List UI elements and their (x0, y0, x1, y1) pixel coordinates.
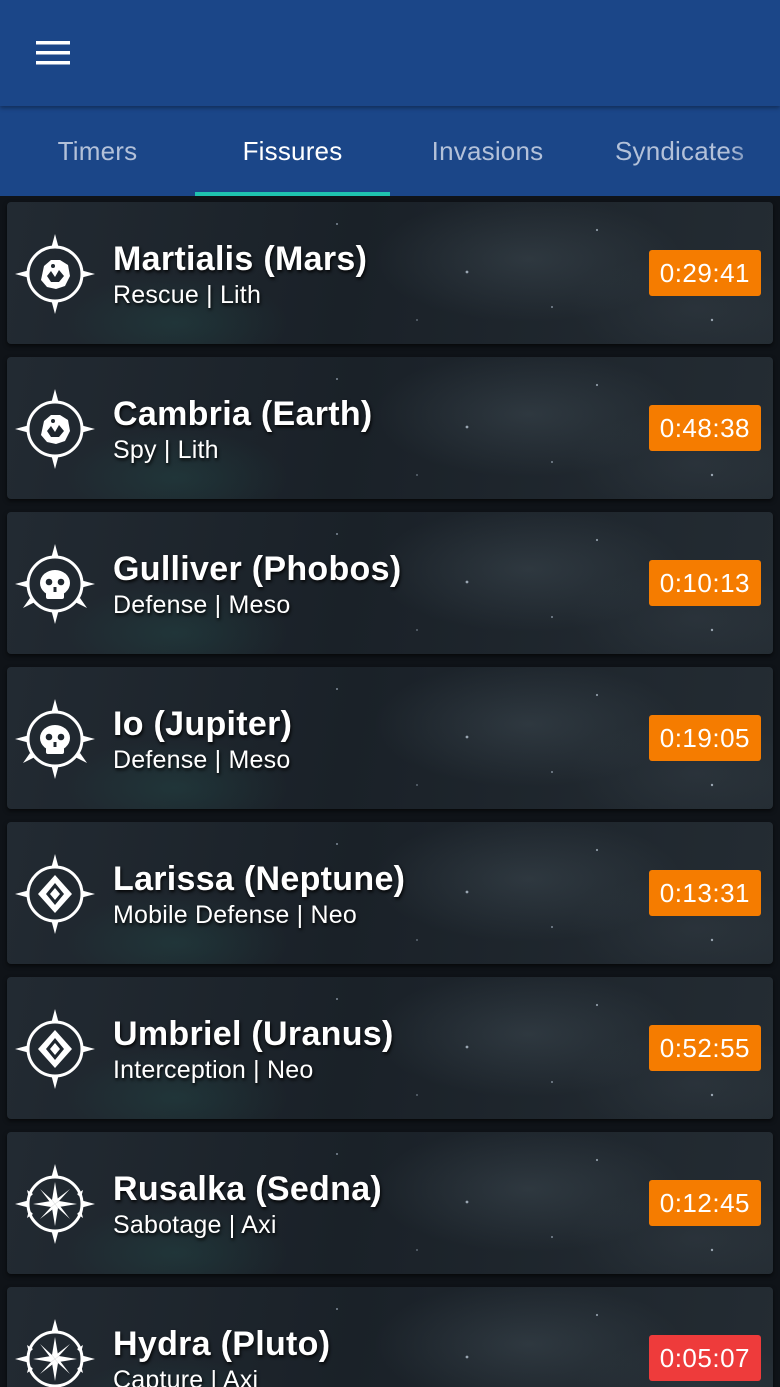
axi-tier-icon (13, 1162, 97, 1246)
fissure-node: Io (Jupiter) (113, 705, 293, 743)
hamburger-menu-icon (36, 41, 70, 65)
fissure-node: Gulliver (Phobos) (113, 550, 402, 588)
fissure-card[interactable]: Io (Jupiter) Defense | Meso 0:19:05 (7, 667, 773, 809)
fissure-details: Rescue | Lith (113, 281, 262, 309)
neo-tier-icon (13, 1007, 97, 1091)
tab-invasions[interactable]: Invasions (390, 106, 585, 196)
fissure-timer: 0:12:45 (648, 1180, 761, 1226)
fissure-timer: 0:13:31 (648, 870, 761, 916)
fissure-details: Defense | Meso (113, 591, 291, 619)
app-bar (0, 0, 780, 106)
fissure-node: Cambria (Earth) (113, 395, 373, 433)
app-root: Timers Fissures Invasions Syndicates Mar… (0, 0, 780, 1387)
tab-overflow-fade (730, 106, 780, 196)
fissure-timer: 0:10:13 (648, 560, 761, 606)
fissure-details: Capture | Axi (113, 1366, 259, 1387)
meso-tier-icon (13, 542, 97, 626)
active-tab-indicator (195, 192, 390, 196)
fissure-details: Sabotage | Axi (113, 1211, 277, 1239)
fissure-card[interactable]: Larissa (Neptune) Mobile Defense | Neo 0… (7, 822, 773, 964)
fissure-timer: 0:05:07 (648, 1335, 761, 1381)
fissure-node: Umbriel (Uranus) (113, 1015, 394, 1053)
tab-timers[interactable]: Timers (0, 106, 195, 196)
fissure-card[interactable]: Hydra (Pluto) Capture | Axi 0:05:07 (7, 1287, 773, 1387)
fissure-timer: 0:52:55 (648, 1025, 761, 1071)
fissure-timer: 0:48:38 (648, 405, 761, 451)
meso-tier-icon (13, 697, 97, 781)
fissure-details: Spy | Lith (113, 436, 219, 464)
fissure-card[interactable]: Cambria (Earth) Spy | Lith 0:48:38 (7, 357, 773, 499)
fissure-details: Interception | Neo (113, 1056, 314, 1084)
fissure-card[interactable]: Gulliver (Phobos) Defense | Meso 0:10:13 (7, 512, 773, 654)
fissure-card[interactable]: Rusalka (Sedna) Sabotage | Axi 0:12:45 (7, 1132, 773, 1274)
fissure-node: Martialis (Mars) (113, 240, 368, 278)
lith-tier-icon (13, 232, 97, 316)
fissure-card[interactable]: Martialis (Mars) Rescue | Lith 0:29:41 (7, 202, 773, 344)
fissure-node: Larissa (Neptune) (113, 860, 406, 898)
fissure-details: Defense | Meso (113, 746, 291, 774)
axi-tier-icon (13, 1317, 97, 1387)
fissure-node: Hydra (Pluto) (113, 1325, 331, 1363)
tab-fissures[interactable]: Fissures (195, 106, 390, 196)
tab-bar: Timers Fissures Invasions Syndicates (0, 106, 780, 196)
fissure-list[interactable]: Martialis (Mars) Rescue | Lith 0:29:41 C… (0, 196, 780, 1387)
menu-button[interactable] (22, 28, 84, 78)
fissure-details: Mobile Defense | Neo (113, 901, 357, 929)
fissure-timer: 0:19:05 (648, 715, 761, 761)
fissure-card[interactable]: Umbriel (Uranus) Interception | Neo 0:52… (7, 977, 773, 1119)
neo-tier-icon (13, 852, 97, 936)
lith-tier-icon (13, 387, 97, 471)
fissure-node: Rusalka (Sedna) (113, 1170, 383, 1208)
fissure-timer: 0:29:41 (648, 250, 761, 296)
